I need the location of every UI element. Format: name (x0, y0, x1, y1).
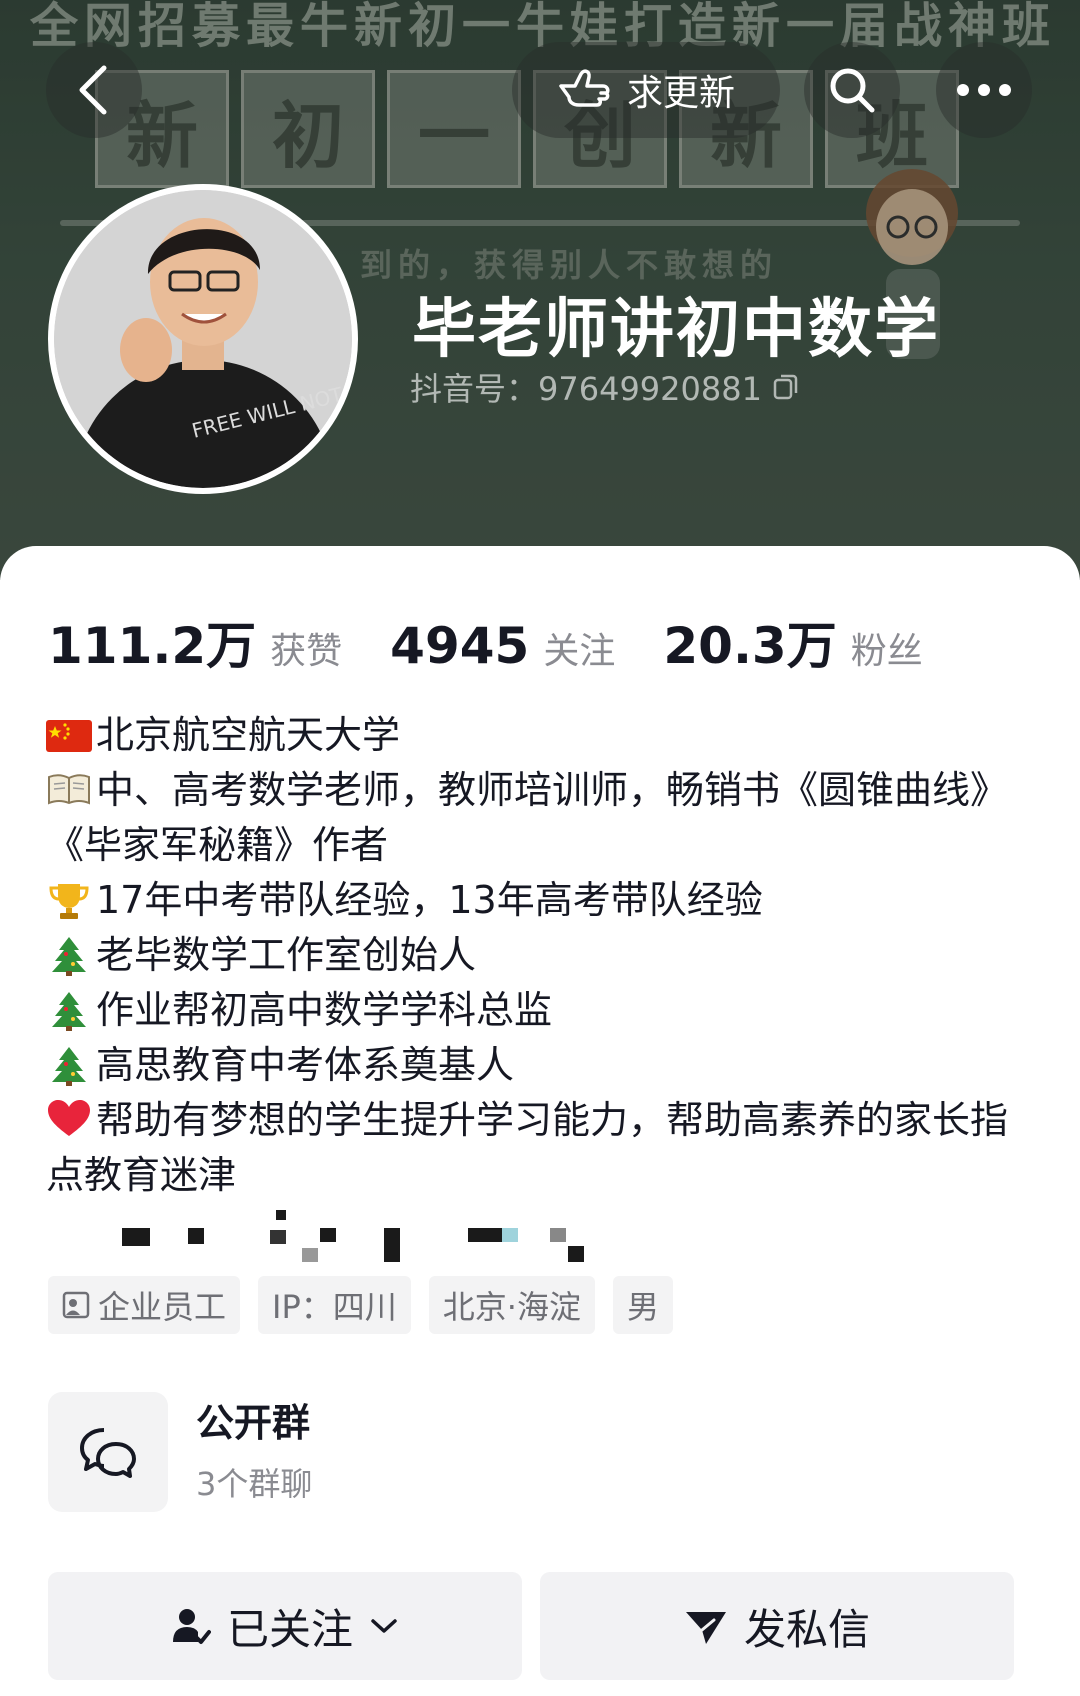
profile-card: 111.2万 获赞 4945 关注 20.3万 粉丝 北京航空航天大学 中、高考… (0, 546, 1080, 1696)
douyin-id[interactable]: 抖音号：97649920881 (410, 364, 800, 410)
tree-icon (52, 1046, 86, 1086)
stat-value: 20.3万 (663, 617, 837, 675)
tag-label: 企业员工 (98, 1288, 227, 1326)
more-dots-icon (957, 84, 1011, 96)
stat-label: 关注 (543, 631, 616, 672)
following-label: 已关注 (226, 1604, 353, 1654)
bio-text: 中、高考数学老师，教师培训师，畅销书《圆锥曲线》《毕家军秘籍》作者 (46, 768, 1009, 867)
send-message-label: 发私信 (743, 1604, 870, 1654)
avatar[interactable]: FREE WILL NOT FREE (48, 184, 358, 494)
bio-text: 北京航空航天大学 (96, 713, 401, 757)
tag-ip-location: IP：四川 (258, 1276, 411, 1334)
back-button[interactable] (46, 42, 142, 138)
stat-label: 获赞 (270, 631, 343, 672)
search-icon (830, 68, 875, 113)
bio-text: 17年中考带队经验，13年高考带队经验 (96, 878, 763, 922)
group-text: 公开群 3个群聊 (196, 1399, 312, 1505)
chevron-down-icon (371, 1619, 397, 1633)
bio-text: 帮助有梦想的学生提升学习能力，帮助高素养的家长指点教育迷津 (46, 1098, 1009, 1197)
send-message-button[interactable]: 发私信 (540, 1572, 1014, 1680)
douyin-id-text: 抖音号：97649920881 (410, 370, 762, 408)
group-title: 公开群 (196, 1401, 311, 1445)
bio-line: 北京航空航天大学 (46, 708, 1036, 763)
bio-line: 中、高考数学老师，教师培训师，畅销书《圆锥曲线》《毕家军秘籍》作者 (46, 763, 1036, 873)
search-button[interactable] (804, 42, 900, 138)
avatar-person-illustration: FREE WILL NOT FREE (54, 190, 352, 488)
bio-text: 作业帮初高中数学学科总监 (96, 988, 553, 1032)
tree-icon (52, 991, 86, 1031)
trophy-icon (49, 883, 89, 919)
pointing-hand-icon (559, 69, 610, 107)
following-button[interactable]: 已关注 (48, 1572, 522, 1680)
tag-label: IP：四川 (272, 1288, 397, 1326)
bio-text: 高思教育中考体系奠基人 (96, 1043, 515, 1087)
bio-text: 老毕数学工作室创始人 (96, 933, 477, 977)
tree-icon (52, 936, 86, 976)
tag-label: 北京·海淀 (442, 1288, 581, 1326)
profile-tags: 企业员工 IP：四川 北京·海淀 男 (48, 1276, 673, 1334)
tag-employee[interactable]: 企业员工 (48, 1276, 241, 1334)
chevron-left-icon (79, 65, 107, 115)
group-subtitle: 3个群聊 (196, 1465, 313, 1503)
bio-line: 高思教育中考体系奠基人 (46, 1038, 1036, 1093)
bio-line: 老毕数学工作室创始人 (46, 928, 1036, 983)
stat-value: 111.2万 (48, 617, 257, 675)
book-icon (48, 774, 90, 805)
heart-icon (48, 1100, 90, 1136)
copy-icon[interactable] (772, 373, 800, 401)
redacted-mosaic (48, 1210, 648, 1262)
public-group-entry[interactable]: 公开群 3个群聊 (48, 1392, 648, 1512)
profile-nickname: 毕老师讲初中数学 (412, 293, 940, 367)
bio-line: 17年中考带队经验，13年高考带队经验 (46, 873, 1036, 928)
stat-label: 粉丝 (850, 631, 923, 672)
profile-stats: 111.2万 获赞 4945 关注 20.3万 粉丝 (48, 606, 971, 678)
stat-following[interactable]: 4945 关注 (390, 617, 615, 675)
tag-gender: 男 (612, 1276, 673, 1334)
tag-label: 男 (626, 1288, 659, 1326)
china-flag-icon (46, 719, 92, 752)
person-badge-icon (62, 1291, 90, 1319)
request-update-label: 求更新 (626, 73, 735, 114)
stat-followers[interactable]: 20.3万 粉丝 (663, 606, 922, 678)
stat-likes[interactable]: 111.2万 获赞 (48, 606, 342, 678)
bio-line: 作业帮初高中数学学科总监 (46, 983, 1036, 1038)
request-update-button[interactable]: 求更新 (512, 42, 780, 138)
user-check-icon (172, 1609, 211, 1644)
profile-bio: 北京航空航天大学 中、高考数学老师，教师培训师，畅销书《圆锥曲线》《毕家军秘籍》… (46, 708, 1036, 1203)
stat-value: 4945 (390, 617, 530, 675)
group-icon-box (48, 1392, 168, 1512)
send-icon (685, 1612, 726, 1644)
bio-line: 帮助有梦想的学生提升学习能力，帮助高素养的家长指点教育迷津 (46, 1093, 1036, 1203)
avatar-photo: FREE WILL NOT FREE (54, 190, 352, 488)
more-button[interactable] (936, 42, 1032, 138)
tag-city: 北京·海淀 (428, 1276, 595, 1334)
chat-bubbles-icon (80, 1428, 136, 1478)
